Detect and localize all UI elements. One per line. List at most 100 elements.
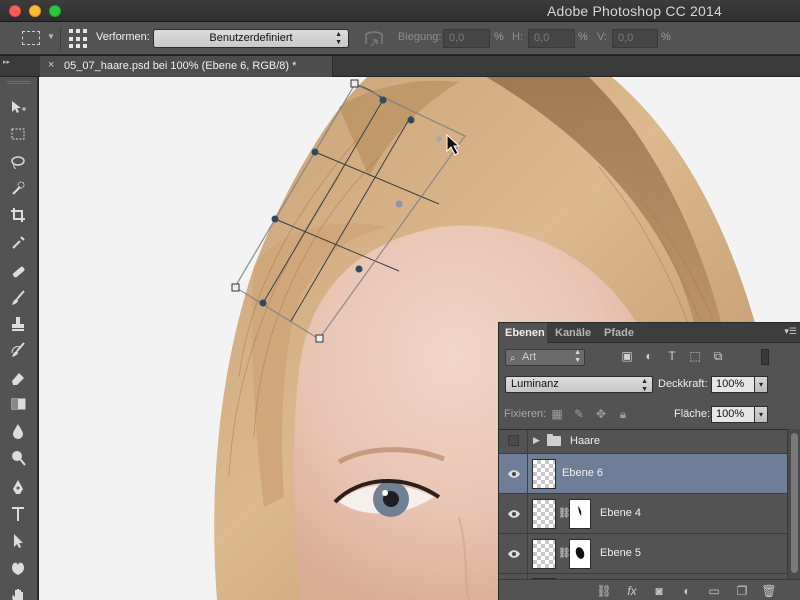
search-icon: ⌕ [510,353,516,364]
layer-row-ebene-4[interactable]: ⛓ Ebene 4 [499,494,787,534]
tab-channels[interactable]: Kanäle [555,327,591,339]
warp-style-value: Benutzerdefiniert [209,32,293,44]
new-layer-icon[interactable]: ❐ [734,583,750,599]
select-arrows-icon: ▲ ▼ [641,378,648,393]
bend-input[interactable]: 0,0 [443,29,490,48]
brush-tool-icon[interactable] [7,287,29,309]
app-title: Adobe Photoshop CC 2014 [546,3,722,19]
eraser-tool-icon[interactable] [7,367,29,389]
lock-transparent-pixels-icon[interactable]: ▦ [550,407,564,421]
layers-list: ▶ Haare Ebene 6 ⛓ Ebene 4 ⛓ Ebene 5 [499,429,787,579]
crop-tool-icon[interactable] [7,204,29,226]
pen-tool-icon[interactable] [7,476,29,498]
layer-thumbnail [532,499,556,529]
move-tool-icon[interactable] [7,96,29,118]
tab-close-icon[interactable]: × [48,59,54,71]
history-brush-tool-icon[interactable] [7,339,29,361]
filter-toggle-switch[interactable] [761,349,769,365]
eyedropper-tool-icon[interactable] [7,231,29,253]
window-zoom-button[interactable] [49,5,61,17]
filter-type-layers-icon[interactable]: T [665,349,679,363]
document-tab-bar: × 05_07_haare.psd bei 100% (Ebene 6, RGB… [0,56,800,77]
horizontal-percent: % [578,31,588,43]
options-separator [60,28,61,50]
adjustment-layer-icon[interactable]: ◐ [679,583,695,599]
dodge-tool-icon[interactable] [7,447,29,469]
path-selection-tool-icon[interactable] [7,530,29,552]
filter-shape-layers-icon[interactable]: ⬚ [688,349,702,363]
quick-selection-tool-icon[interactable] [7,177,29,199]
layer-row-ebene-6[interactable]: Ebene 6 [499,454,787,494]
blend-mode-value: Luminanz [511,378,559,390]
panel-menu-icon[interactable]: ▾☰ [784,326,797,337]
filter-pixel-layers-icon[interactable]: ▣ [620,349,634,363]
window-minimize-button[interactable] [29,5,41,17]
marquee-tool-icon[interactable] [7,123,29,145]
layer-mask-thumbnail[interactable] [569,499,591,529]
fill-label: Fläche: [674,408,711,420]
scrollbar-thumb[interactable] [791,433,798,573]
layer-thumbnail [532,459,556,489]
healing-brush-tool-icon[interactable] [7,261,29,283]
eye-icon[interactable] [507,548,521,560]
filter-adjustment-layers-icon[interactable]: ◐ [642,349,656,363]
vertical-distortion-label: V: [597,31,607,43]
type-tool-icon[interactable] [7,503,29,525]
layer-name: Ebene 6 [562,467,603,479]
new-group-icon[interactable]: ▭ [706,583,722,599]
custom-shape-tool-icon[interactable] [7,557,29,579]
fill-input[interactable]: 100% [711,406,759,423]
lock-all-icon[interactable]: 🔒︎ [616,407,630,421]
tab-paths[interactable]: Pfade [604,327,634,339]
tools-panel [0,77,38,600]
warp-label: Verformen: [96,31,150,43]
document-tab[interactable]: × 05_07_haare.psd bei 100% (Ebene 6, RGB… [40,56,333,77]
add-mask-icon[interactable]: ◙ [651,583,667,599]
eye-icon[interactable] [507,468,521,480]
opacity-label: Deckkraft: [658,378,708,390]
bend-label: Biegung: [398,31,442,43]
link-layers-icon[interactable]: ⛓ [596,583,612,599]
toolbar-grip[interactable] [7,81,31,84]
layer-row-haare[interactable]: ▶ Haare [499,430,787,454]
layer-style-icon[interactable]: fx [624,583,640,599]
filter-smart-objects-icon[interactable]: ⧉ [711,349,725,363]
warp-orientation-icon[interactable] [363,29,385,49]
opacity-dropdown-icon[interactable]: ▾ [754,376,768,393]
visibility-toggle-empty[interactable] [508,435,519,446]
lock-label: Fixieren: [504,408,547,420]
opacity-input[interactable]: 100% [711,376,759,393]
delete-layer-icon[interactable]: 🗑︎ [761,583,777,599]
transform-tool-preset-icon[interactable] [22,31,40,45]
bend-percent: % [494,31,504,43]
blend-mode-select[interactable]: Luminanz ▲ ▼ [505,376,653,393]
layers-panel: Ebenen Kanäle Pfade ▾☰ ⌕ Art ▲ ▼ ▣ ◐ T ⬚ … [498,322,800,600]
layer-filter-value: Art [522,351,537,363]
layer-filter-select[interactable]: ⌕ Art ▲ ▼ [505,349,585,366]
clone-stamp-tool-icon[interactable] [7,313,29,335]
tab-layers[interactable]: Ebenen [505,327,545,339]
fill-dropdown-icon[interactable]: ▾ [754,406,768,423]
lock-image-pixels-icon[interactable]: ✎ [572,407,586,421]
layers-panel-footer: ⛓ fx ◙ ◐ ▭ ❐ 🗑︎ [499,579,800,600]
select-arrows-icon: ▲ ▼ [574,349,581,364]
layers-scrollbar[interactable] [787,429,800,579]
layer-name: Ebene 5 [600,547,641,559]
vertical-distortion-input[interactable]: 0,0 [612,29,658,48]
lock-position-icon[interactable]: ✥ [594,407,608,421]
layer-mask-thumbnail[interactable] [569,539,591,569]
reference-point-grid-icon[interactable] [69,29,89,49]
hand-tool-icon[interactable] [7,585,29,600]
eye-icon[interactable] [507,508,521,520]
window-close-button[interactable] [9,5,21,17]
blur-tool-icon[interactable] [7,420,29,442]
collapse-panels-icon[interactable]: ▸▸ [3,58,10,66]
horizontal-distortion-input[interactable]: 0,0 [528,29,575,48]
preset-dropdown-arrow-icon[interactable]: ▼ [47,32,55,41]
gradient-tool-icon[interactable] [7,393,29,415]
layer-row-ebene-5[interactable]: ⛓ Ebene 5 [499,534,787,574]
expand-group-icon[interactable]: ▶ [533,435,540,446]
lasso-tool-icon[interactable] [7,151,29,173]
folder-icon [547,434,561,446]
warp-style-select[interactable]: Benutzerdefiniert ▲ ▼ [153,29,349,48]
